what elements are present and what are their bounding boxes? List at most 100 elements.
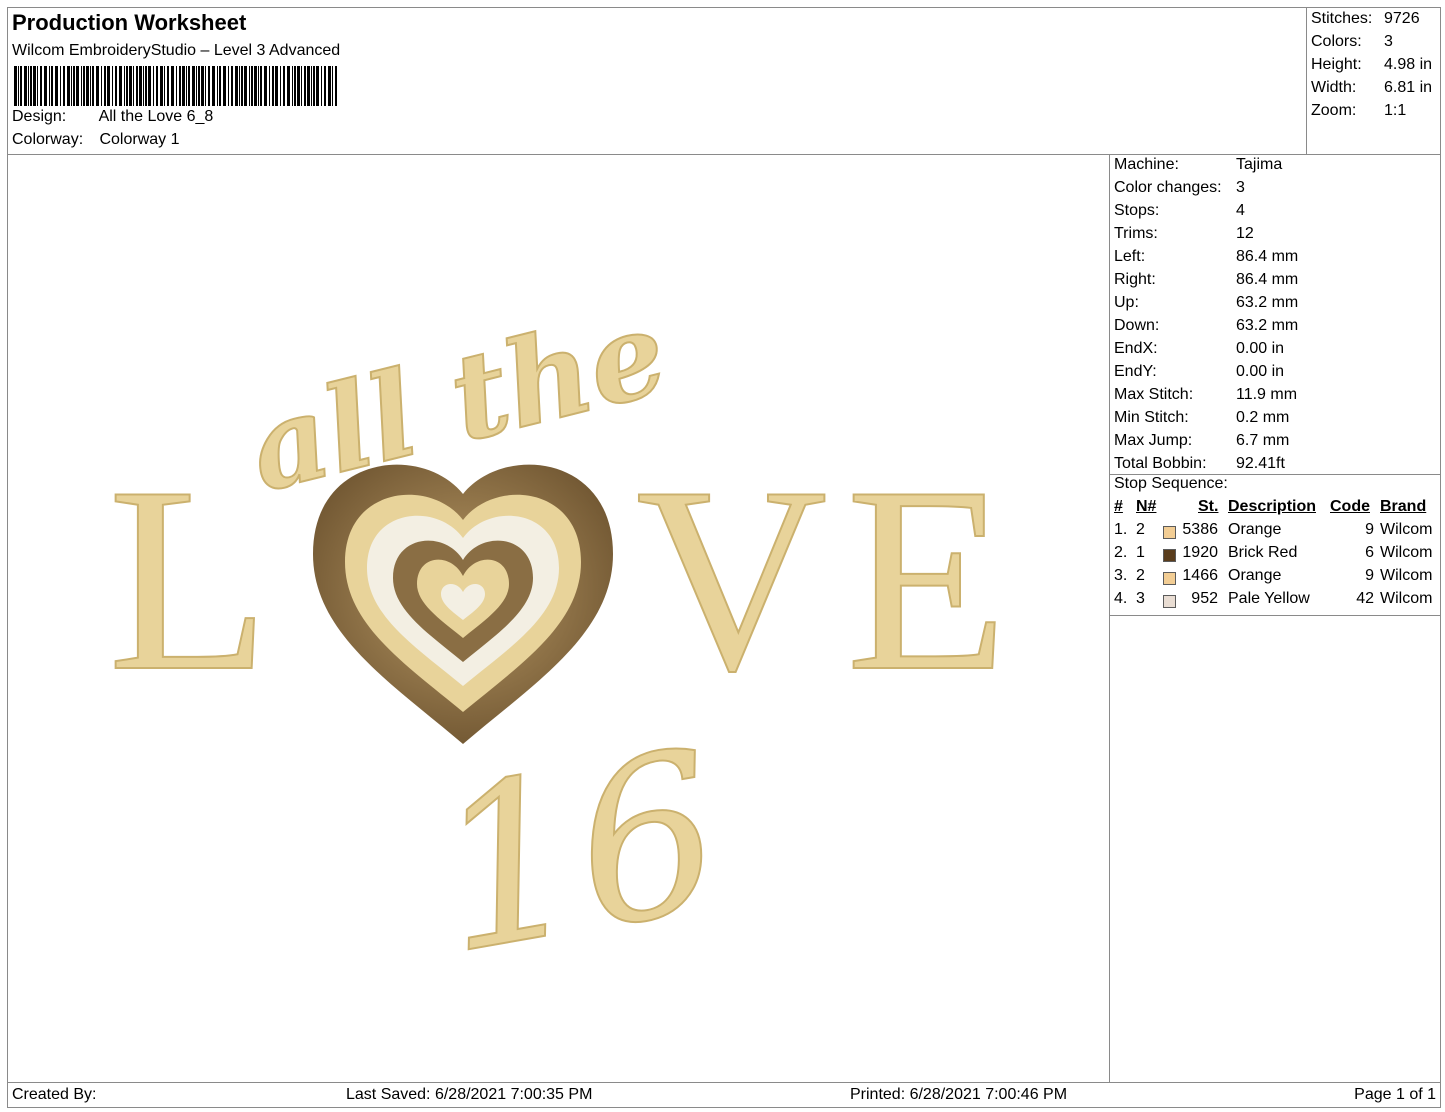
barcode-bar — [143, 66, 144, 106]
barcode-bar — [179, 66, 181, 106]
summary-label: Zoom: — [1311, 102, 1357, 119]
barcode — [14, 66, 337, 106]
barcode-bar — [63, 66, 65, 106]
summary-zoom: Zoom: 1:1 — [1311, 102, 1406, 120]
barcode-bar — [44, 66, 47, 106]
embroidery-design: all the L V E 16 — [107, 281, 1009, 1005]
info-value: 63.2 mm — [1236, 294, 1299, 311]
software-name: Wilcom EmbroideryStudio – Level 3 Advanc… — [12, 42, 341, 59]
stop-brand: Wilcom — [1380, 590, 1433, 607]
info-value: 0.2 mm — [1236, 409, 1290, 426]
barcode-bar — [133, 66, 134, 106]
info-value: 4 — [1236, 202, 1245, 219]
barcode-bar — [192, 66, 195, 106]
machine-info-row: Max Stitch: 11.9 mm — [1114, 386, 1297, 409]
stop-row: 2. 1 1920 Brick Red 6 Wilcom — [1110, 544, 1440, 567]
barcode-bar — [40, 66, 42, 106]
barcode-bar — [283, 66, 285, 106]
barcode-bar — [20, 66, 22, 106]
stop-table-header: # N# St. Description Code Brand — [1110, 498, 1440, 521]
barcode-bar — [313, 66, 315, 106]
created-by: Created By: — [12, 1086, 97, 1103]
colorway-value: Colorway 1 — [99, 131, 180, 148]
machine-info-row: Stops: 4 — [1114, 202, 1245, 225]
barcode-bar — [49, 66, 50, 106]
machine-info-row: Up: 63.2 mm — [1114, 294, 1298, 317]
barcode-bar — [335, 66, 337, 106]
worksheet-header: Production Worksheet Wilcom EmbroiderySt… — [8, 8, 1440, 155]
machine-info-row: Color changes: 3 — [1114, 179, 1245, 202]
printed-date: Printed: 6/28/2021 7:00:46 PM — [850, 1086, 1068, 1103]
stop-row: 4. 3 952 Pale Yellow 42 Wilcom — [1110, 590, 1440, 613]
barcode-bar — [316, 66, 319, 106]
barcode-bar — [208, 66, 210, 106]
col-header-stitches: St. — [1198, 498, 1219, 515]
stop-row: 3. 2 1466 Orange 9 Wilcom — [1110, 567, 1440, 590]
thread-color-swatch — [1163, 526, 1176, 539]
barcode-bar — [217, 66, 218, 106]
barcode-bar — [239, 66, 240, 106]
barcode-bar — [251, 66, 253, 106]
page-number: Page 1 of 1 — [1354, 1086, 1436, 1103]
barcode-bar — [160, 66, 163, 106]
barcode-bar — [24, 66, 27, 106]
barcode-bar — [139, 66, 142, 106]
info-label: Color changes: — [1114, 179, 1222, 196]
barcode-bar — [156, 66, 158, 106]
info-label: Max Stitch: — [1114, 386, 1194, 403]
info-value: 92.41ft — [1236, 455, 1285, 472]
stop-num: 1. — [1114, 521, 1128, 538]
barcode-bar — [235, 66, 238, 106]
summary-value: 9726 — [1384, 10, 1420, 27]
summary-height: Height: 4.98 in — [1311, 56, 1432, 74]
design-label: Design: — [12, 108, 67, 125]
machine-info-row: Min Stitch: 0.2 mm — [1114, 409, 1289, 432]
stop-description: Brick Red — [1228, 544, 1298, 561]
stop-stitches: 952 — [1191, 590, 1218, 607]
machine-info-row: Trims: 12 — [1114, 225, 1254, 248]
stop-sequence-title: Stop Sequence: — [1114, 475, 1228, 492]
info-label: Total Bobbin: — [1114, 455, 1207, 472]
barcode-bar — [275, 66, 278, 106]
barcode-bar — [205, 66, 206, 106]
stop-code: 9 — [1365, 521, 1374, 538]
stop-description: Orange — [1228, 567, 1282, 584]
col-header-num: # — [1114, 498, 1123, 515]
summary-width: Width: 6.81 in — [1311, 79, 1432, 97]
barcode-bar — [153, 66, 154, 106]
info-value: Tajima — [1236, 156, 1283, 173]
barcode-bar — [107, 66, 110, 106]
barcode-bar — [304, 66, 306, 106]
barcode-bar — [198, 66, 200, 106]
barcode-bar — [260, 66, 262, 106]
barcode-bar — [272, 66, 274, 106]
barcode-bar — [112, 66, 113, 106]
col-header-needle: N# — [1136, 498, 1157, 515]
barcode-bar — [101, 66, 102, 106]
barcode-bar — [18, 66, 19, 106]
stop-num: 3. — [1114, 567, 1128, 584]
barcode-bar — [92, 66, 94, 106]
info-label: Up: — [1114, 294, 1139, 311]
barcode-bar — [28, 66, 29, 106]
info-label: Down: — [1114, 317, 1160, 334]
stop-code: 9 — [1365, 567, 1374, 584]
barcode-bar — [73, 66, 75, 106]
info-value: 0.00 in — [1236, 363, 1285, 380]
script-number: 16 — [418, 702, 738, 1003]
stop-description: Pale Yellow — [1228, 590, 1310, 607]
col-header-code: Code — [1330, 498, 1370, 515]
machine-info-row: Machine: Tajima — [1114, 156, 1282, 179]
info-label: Min Stitch: — [1114, 409, 1189, 426]
design-value: All the Love 6_8 — [98, 108, 214, 125]
info-value: 3 — [1236, 179, 1245, 196]
info-value: 6.7 mm — [1236, 432, 1290, 449]
barcode-bar — [258, 66, 259, 106]
worksheet-footer: Created By: Last Saved: 6/28/2021 7:00:3… — [8, 1082, 1440, 1108]
info-label: EndX: — [1114, 340, 1158, 357]
last-saved: Last Saved: 6/28/2021 7:00:35 PM — [346, 1086, 593, 1103]
machine-info-row: EndY: 0.00 in — [1114, 363, 1284, 386]
heart-motif — [313, 464, 613, 744]
barcode-bar — [297, 66, 300, 106]
barcode-bar — [324, 66, 326, 106]
